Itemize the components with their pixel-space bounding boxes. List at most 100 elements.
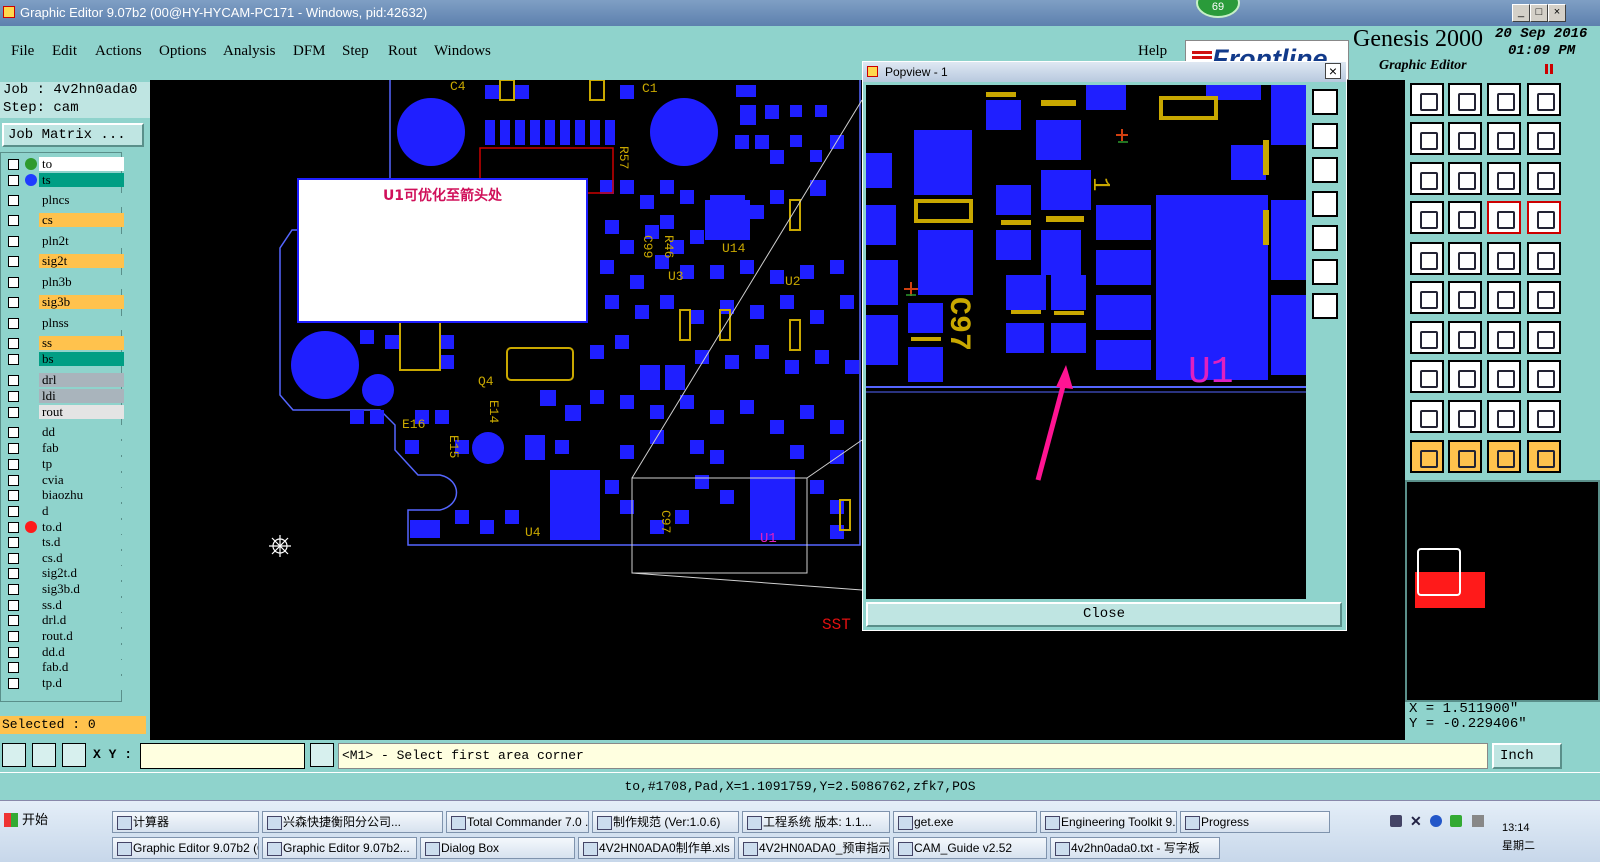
layer-row-tp[interactable]: tp xyxy=(5,457,124,471)
layer-row-dd[interactable]: dd xyxy=(5,425,124,439)
layer-row-bs[interactable]: bs xyxy=(5,352,124,366)
layer-name[interactable]: plnss xyxy=(39,316,124,330)
layer-checkbox[interactable] xyxy=(8,678,19,689)
layer-row-pln2t[interactable]: pln2t xyxy=(5,234,124,248)
tray-icon-security[interactable] xyxy=(1450,815,1462,827)
layer-row-plnss[interactable]: plnss xyxy=(5,316,124,330)
layer-row-biaozhu[interactable]: biaozhu xyxy=(5,488,124,502)
layer-name[interactable]: cs xyxy=(39,213,124,227)
layer-checkbox[interactable] xyxy=(8,354,19,365)
taskbar-item[interactable]: Graphic Editor 9.07b2 (0... xyxy=(112,837,259,859)
layer-row-cvia[interactable]: cvia xyxy=(5,473,124,487)
refresh-icon[interactable] xyxy=(1487,122,1521,155)
popview-window[interactable]: Popview - 1 × 1 C97 U1 Close xyxy=(862,61,1347,631)
layer-checkbox[interactable] xyxy=(8,584,19,595)
layer-checkbox[interactable] xyxy=(8,459,19,470)
layer-checkbox[interactable] xyxy=(8,615,19,626)
tray-icon-volume[interactable] xyxy=(1472,815,1484,827)
layer-checkbox[interactable] xyxy=(8,490,19,501)
resize-icon[interactable] xyxy=(1487,360,1521,393)
layer-checkbox[interactable] xyxy=(8,277,19,288)
popview-pan-left-icon[interactable] xyxy=(1312,191,1338,217)
layer-checkbox[interactable] xyxy=(8,522,19,533)
layer-row-to[interactable]: to xyxy=(5,157,124,171)
taskbar-item[interactable]: Dialog Box xyxy=(420,837,575,859)
list-icon[interactable] xyxy=(1527,122,1561,155)
layer-name[interactable]: pln3b xyxy=(39,275,124,289)
layer-row-dd-d[interactable]: dd.d xyxy=(5,645,124,659)
contour-icon[interactable] xyxy=(1527,400,1561,433)
layer-checkbox[interactable] xyxy=(8,215,19,226)
layer-name[interactable]: biaozhu xyxy=(39,488,124,502)
taskbar-item[interactable]: 4V2HN0ADA0制作单.xls xyxy=(578,837,735,859)
layer-name[interactable]: d xyxy=(39,504,124,518)
popview-title-bar[interactable]: Popview - 1 × xyxy=(863,62,1346,82)
layer-checkbox[interactable] xyxy=(8,427,19,438)
select-net-icon[interactable] xyxy=(1410,360,1444,393)
layer-checkbox[interactable] xyxy=(8,443,19,454)
layer-name[interactable]: drl.d xyxy=(39,613,124,627)
layer-checkbox[interactable] xyxy=(8,175,19,186)
scale-1-2-icon[interactable] xyxy=(1487,162,1521,195)
tray-icon-bluetooth[interactable] xyxy=(1430,815,1442,827)
center-icon[interactable] xyxy=(1448,162,1482,195)
taskbar-item[interactable]: Engineering Toolkit 9.0... xyxy=(1040,811,1177,833)
add-pad-icon[interactable] xyxy=(1410,242,1444,275)
layer-row-cs-d[interactable]: cs.d xyxy=(5,551,124,565)
surface-icon[interactable] xyxy=(1487,400,1521,433)
job-matrix-button[interactable]: Job Matrix ... xyxy=(2,123,144,147)
layer-row-drl[interactable]: drl xyxy=(5,373,124,387)
grid-icon[interactable] xyxy=(1448,201,1482,234)
layer-checkbox[interactable] xyxy=(8,375,19,386)
layer-checkbox[interactable] xyxy=(8,475,19,486)
layer-name[interactable]: tp.d xyxy=(39,676,124,690)
layer-row-plncs[interactable]: plncs xyxy=(5,193,124,207)
popview-pan-up-icon[interactable] xyxy=(1312,157,1338,183)
layer-name[interactable]: to xyxy=(39,157,124,171)
delete-icon[interactable] xyxy=(1448,281,1482,314)
taskbar-item[interactable]: 工程系统 版本: 1.1... xyxy=(742,811,890,833)
layer-row-sig2t[interactable]: sig2t xyxy=(5,254,124,268)
arc-tool-icon[interactable] xyxy=(1487,321,1521,354)
menu-step[interactable]: Step xyxy=(342,43,369,60)
close-button[interactable]: × xyxy=(1548,4,1566,22)
popview-close-button[interactable]: Close xyxy=(866,602,1342,627)
line-tool-icon[interactable] xyxy=(1410,321,1444,354)
measure-icon[interactable] xyxy=(1410,201,1444,234)
taskbar-item[interactable]: 兴森快捷衡阳分公司... xyxy=(262,811,443,833)
layer-checkbox[interactable] xyxy=(8,338,19,349)
tray-icon-network[interactable] xyxy=(1390,815,1402,827)
layer-checkbox[interactable] xyxy=(8,297,19,308)
popview-pan-right-icon[interactable] xyxy=(1312,225,1338,251)
notification-badge[interactable]: 69 xyxy=(1196,0,1240,18)
draw-line-icon[interactable] xyxy=(1448,242,1482,275)
menu-edit[interactable]: Edit xyxy=(52,43,77,60)
popview-fit-icon[interactable] xyxy=(1312,259,1338,285)
layer-row-fab-d[interactable]: fab.d xyxy=(5,660,124,674)
layer-name[interactable]: fab xyxy=(39,441,124,455)
layer-name[interactable]: tp xyxy=(39,457,124,471)
taskbar-item[interactable]: 制作规范 (Ver:1.0.6) xyxy=(592,811,739,833)
layer-checkbox[interactable] xyxy=(8,407,19,418)
layer-checkbox[interactable] xyxy=(8,256,19,267)
tray-icon-x[interactable]: ✕ xyxy=(1410,813,1422,830)
popview-close-icon[interactable]: × xyxy=(1325,63,1341,79)
popview-zoom-in-icon[interactable] xyxy=(1312,89,1338,115)
layer-name[interactable]: ldi xyxy=(39,389,124,403)
layer-name[interactable]: pln2t xyxy=(39,234,124,248)
layer-checkbox[interactable] xyxy=(8,631,19,642)
menu-file[interactable]: File xyxy=(11,43,34,60)
layer-name[interactable]: sig2t xyxy=(39,254,124,268)
layer-name[interactable]: ts.d xyxy=(39,535,124,549)
layer-row-pln3b[interactable]: pln3b xyxy=(5,275,124,289)
feature-select-icon[interactable] xyxy=(1527,360,1561,393)
layer-name[interactable]: plncs xyxy=(39,193,124,207)
layer-row-d[interactable]: d xyxy=(5,504,124,518)
popview-canvas[interactable]: 1 C97 U1 xyxy=(866,85,1306,599)
warning-icon[interactable] xyxy=(1410,400,1444,433)
layer-row-sig2t-d[interactable]: sig2t.d xyxy=(5,566,124,580)
grid-tool-icon[interactable] xyxy=(62,743,86,767)
start-button[interactable]: 开始 xyxy=(0,805,104,835)
taskbar-item[interactable]: 4v2hn0ada0.txt - 写字板 xyxy=(1050,837,1220,859)
layer-name[interactable]: sig2t.d xyxy=(39,566,124,580)
